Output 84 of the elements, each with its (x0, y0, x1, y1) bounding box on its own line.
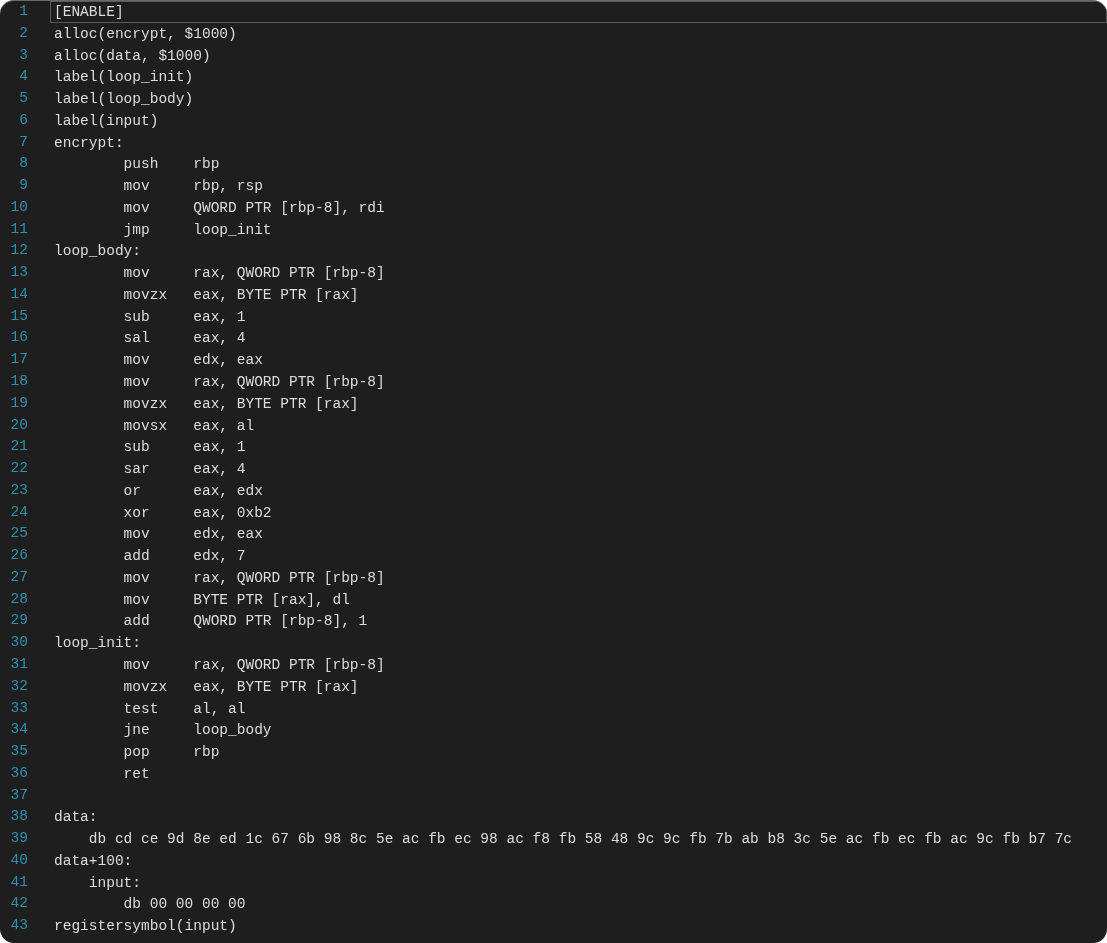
line-number: 41 (9, 872, 29, 892)
line-number: 31 (9, 654, 29, 674)
line-number: 36 (9, 763, 29, 783)
code-line: alloc(encrypt, $1000) (53, 24, 238, 44)
line-number: 2 (18, 23, 29, 43)
line-number: 33 (9, 698, 29, 718)
code-line: jne loop_body (122, 721, 273, 741)
code-line: db cd ce 9d 8e ed 1c 67 6b 98 8c 5e ac fb ec 98 ac f8 fb 58 48 9c 9c fb 7b ab b8 3c 5e ac fb ec fb ac 9c fb b7 7c (87, 830, 1074, 850)
line-number: 37 (9, 785, 29, 805)
line-number: 13 (9, 263, 29, 283)
code-line: alloc(data, $1000) (53, 46, 212, 66)
code-line: data+100: (53, 851, 134, 871)
code-line: mov edx, eax (122, 525, 264, 545)
code-line: movzx eax, BYTE PTR [rax] (122, 285, 360, 305)
code-line: registersymbol(input) (53, 917, 238, 937)
code-line: mov rax, QWORD PTR [rbp-8] (122, 568, 386, 588)
line-number: 39 (9, 829, 29, 849)
code-line: mov rbp, rsp (122, 177, 264, 197)
line-number: 1 (18, 2, 29, 21)
line-number: 14 (9, 284, 29, 304)
line-number: 25 (9, 524, 29, 544)
line-number: 12 (9, 241, 29, 261)
line-number: 5 (18, 89, 29, 109)
code-line: add QWORD PTR [rbp-8], 1 (122, 612, 369, 632)
code-line: test al, al (122, 699, 247, 719)
line-number: 30 (9, 633, 29, 653)
code-line: encrypt: (53, 133, 125, 153)
line-number: 43 (9, 916, 29, 936)
line-number: 10 (9, 197, 29, 217)
line-number: 16 (9, 328, 29, 348)
line-number: 42 (9, 894, 29, 914)
code-line: pop rbp (122, 743, 221, 763)
code-line: input: (87, 873, 142, 893)
code-line: mov rax, QWORD PTR [rbp-8] (122, 264, 386, 284)
code-line: or eax, edx (122, 481, 264, 501)
line-number: 26 (9, 546, 29, 566)
line-number: 38 (9, 807, 29, 827)
line-number: 6 (18, 110, 29, 130)
line-number: 21 (9, 437, 29, 457)
line-number: 22 (9, 459, 29, 479)
code-line: data: (53, 808, 99, 828)
line-number: 20 (9, 415, 29, 435)
code-line: mov edx, eax (122, 351, 264, 371)
code-line: add edx, 7 (122, 547, 247, 567)
line-number: 18 (9, 372, 29, 391)
code-line: mov BYTE PTR [rax], dl (122, 590, 351, 610)
code-line: xor eax, 0xb2 (122, 503, 273, 523)
line-number: 9 (18, 176, 29, 196)
code-line: ret (122, 764, 151, 784)
line-number: 40 (9, 850, 29, 870)
code-line: movzx eax, BYTE PTR [rax] (122, 677, 360, 697)
code-line: push rbp (122, 155, 221, 175)
line-number: 3 (18, 45, 29, 65)
line-number: 29 (9, 611, 29, 631)
code-line: loop_init: (53, 634, 142, 654)
code-line: mov rax, QWORD PTR [rbp-8] (122, 655, 386, 675)
line-number: 19 (9, 393, 29, 413)
line-number: 32 (9, 676, 29, 696)
code-line: label(input) (53, 111, 160, 131)
line-number: 23 (9, 480, 29, 500)
code-line: mov QWORD PTR [rbp-8], rdi (122, 198, 386, 218)
line-number: 35 (9, 742, 29, 762)
line-number: 24 (9, 502, 29, 522)
code-line: db 00 00 00 00 (122, 895, 247, 915)
line-number: 8 (18, 154, 29, 174)
line-number: 34 (9, 720, 29, 740)
line-number: 17 (9, 350, 29, 370)
line-number: 28 (9, 589, 29, 609)
code-line: sub eax, 1 (122, 438, 247, 458)
code-line: mov rax, QWORD PTR [rbp-8] (122, 373, 386, 392)
code-line: label(loop_body) (53, 90, 195, 110)
code-line: jmp loop_init (122, 220, 273, 240)
line-number: 7 (18, 132, 29, 152)
code-line: sub eax, 1 (122, 307, 247, 327)
line-number: 27 (9, 567, 29, 587)
code-line: label(loop_init) (53, 68, 195, 88)
line-number: 15 (9, 306, 29, 326)
code-line: sar eax, 4 (122, 460, 247, 480)
code-line: movzx eax, BYTE PTR [rax] (122, 394, 360, 414)
code-line: sal eax, 4 (122, 329, 247, 349)
code-line: loop_body: (53, 242, 142, 262)
line-number: 4 (18, 67, 29, 87)
code-line: movsx eax, al (122, 416, 256, 436)
line-number: 11 (9, 219, 29, 239)
